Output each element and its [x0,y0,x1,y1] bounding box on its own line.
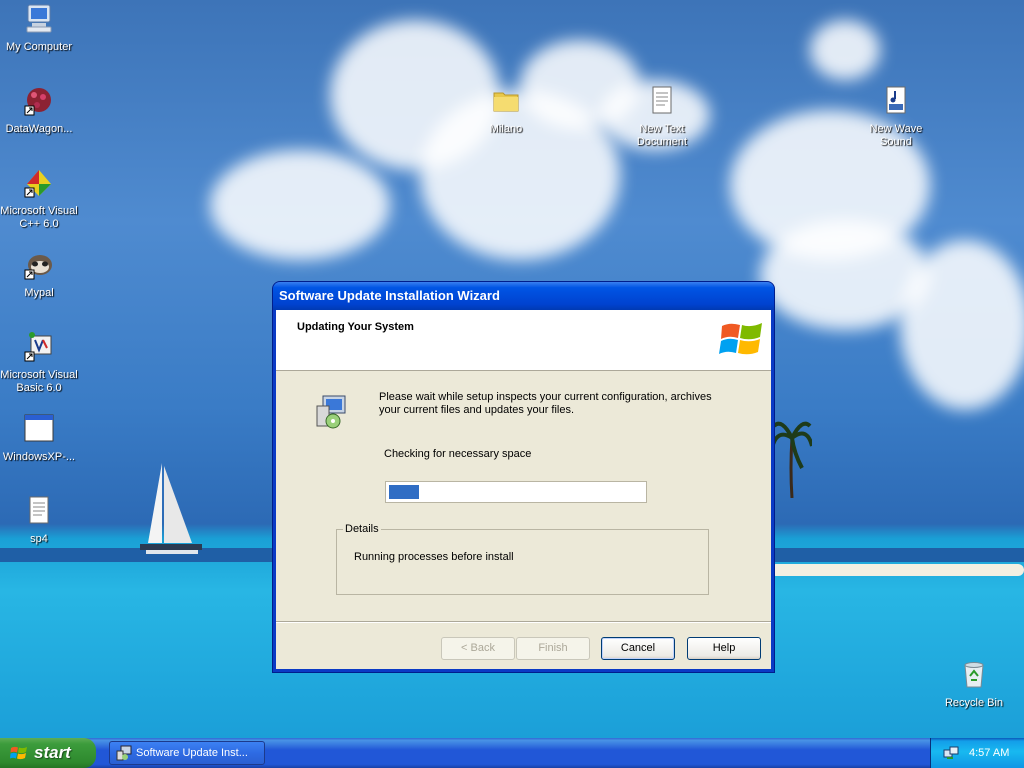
desktop-icon-windowsxp[interactable]: WindowsXP-... [0,412,78,464]
wizard-status: Checking for necessary space [384,448,532,460]
cancel-button[interactable]: Cancel [601,637,675,660]
system-tray: 4:57 AM [930,738,1024,768]
help-button[interactable]: Help [687,637,761,660]
cloud [810,20,880,80]
desktop-icon-datawagon[interactable]: DataWagon... [0,84,78,136]
network-tray-icon[interactable] [943,745,959,761]
setup-computer-icon [116,745,132,761]
desktop-icon-new-text-document[interactable]: New Text Document [623,84,701,149]
wizard-heading: Updating Your System [297,321,414,333]
recycle-bin-icon [964,662,984,688]
progress-fill [389,485,420,499]
details-legend: Details [345,523,379,535]
desktop-icon-label: sp4 [30,533,48,545]
wizard-header: Updating Your System [276,310,771,371]
window-icon [24,414,54,442]
desktop-icon-visual-cpp[interactable]: Microsoft Visual C++ 6.0 [0,166,78,231]
taskbar-button-label: Software Update Inst... [136,747,248,759]
text-document-icon [652,86,672,114]
desktop-icon-label: My Computer [5,41,73,53]
details-group: Details Running processes before install [336,523,709,595]
clock[interactable]: 4:57 AM [969,738,1009,768]
back-button[interactable]: < Back [441,637,515,660]
desktop-icon-visual-basic[interactable]: Microsoft Visual Basic 6.0 [0,330,78,395]
desktop-icon-label: New Text Document [636,123,688,148]
desktop-icon-label: Microsoft Visual Basic 6.0 [0,369,78,394]
desktop-icon-label: DataWagon... [5,123,73,135]
desktop-icon-label: Recycle Bin [944,697,1004,709]
desktop-icon-sp4[interactable]: sp4 [0,494,78,546]
start-label: start [34,743,71,762]
wizard-window: Software Update Installation Wizard Upda… [273,282,774,672]
my-computer-icon [26,4,52,33]
cloud [210,150,390,260]
wav-file-icon [886,86,906,114]
desktop-icon-label: Microsoft Visual C++ 6.0 [0,205,78,230]
desktop-icon-label: New Wave Sound [869,123,923,148]
finish-button[interactable]: Finish [516,637,590,660]
taskbar-button-software-update[interactable]: Software Update Inst... [109,741,265,765]
datawagon-icon [24,88,51,116]
cloud [900,240,1024,410]
wizard-title: Software Update Installation Wizard [279,288,500,303]
desktop-icon-label: Milano [489,123,523,135]
wizard-title-bar[interactable]: Software Update Installation Wizard [273,282,774,310]
beach [770,564,1024,576]
palm-tree [772,421,812,498]
desktop-icon-new-wave-sound[interactable]: New Wave Sound [857,84,935,149]
desktop-icon-label: WindowsXP-... [2,451,76,463]
desktop-icon-my-computer[interactable]: My Computer [0,2,78,54]
text-document-icon [29,496,49,524]
wizard-body: Updating Your System Please wait while s… [276,310,771,669]
desktop-icon-milano[interactable]: Milano [467,84,545,136]
setup-computer-icon [316,395,346,429]
windows-logo-icon [719,323,762,355]
progress-bar [385,481,647,503]
button-separator [276,621,771,623]
folder-icon [493,92,519,112]
desktop-icon-mypal[interactable]: Mypal [0,248,78,300]
desktop-icon-recycle-bin[interactable]: Recycle Bin [935,658,1013,710]
windows-flag-icon [10,746,27,760]
visual-basic-icon [24,332,52,362]
taskbar: start Software Update Inst... 4:57 AM [0,738,1024,768]
visual-cpp-icon [24,170,51,198]
details-text: Running processes before install [354,551,514,563]
start-button[interactable]: start [0,738,96,768]
desktop-icon-label: Mypal [24,287,54,299]
wizard-description: Please wait while setup inspects your cu… [379,391,712,416]
sailboat [140,463,202,554]
mypal-icon [24,255,52,280]
